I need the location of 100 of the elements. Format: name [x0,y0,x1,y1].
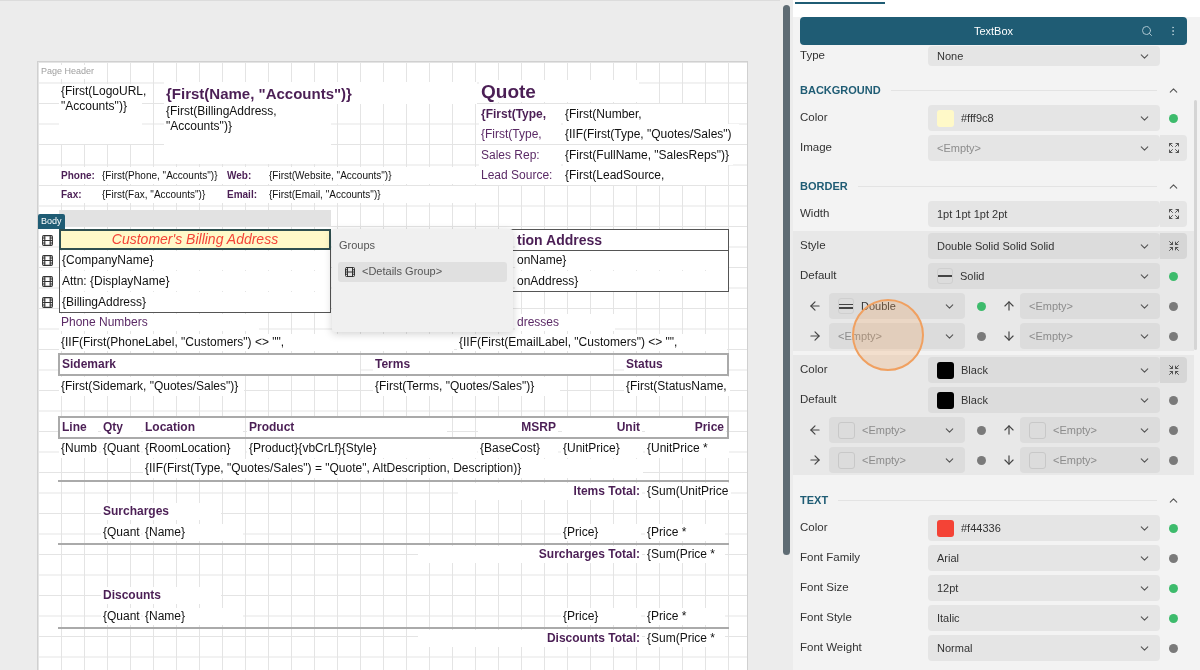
report-textbox[interactable]: Lead Source: [479,165,561,185]
report-textbox[interactable]: {UnitPrice} [561,439,643,458]
report-textbox[interactable]: Sidemark [60,355,360,374]
dropdown-field[interactable]: Arial [928,545,1160,571]
property-label: Color [800,362,829,378]
report-textbox[interactable]: Customer's Billing Address [59,229,331,250]
report-textbox[interactable]: Attn: {DisplayName} [60,271,330,291]
report-textbox[interactable]: {First(Type, [479,104,561,124]
dropdown-field[interactable]: Solid [928,263,1160,289]
report-textbox[interactable]: Surcharges Total: [418,546,642,563]
report-textbox[interactable]: {BillingAddress} [60,292,330,312]
report-textbox[interactable]: Items Total: [458,483,642,500]
report-textbox[interactable]: {IIF(First(Type, "Quotes/Sales") [563,124,739,144]
report-textbox[interactable]: {First(Phone, "Accounts")} [100,167,223,184]
report-textbox[interactable]: {Sum(Price * [645,546,725,563]
report-textbox[interactable]: tion Address [515,230,728,250]
row-handle-icon[interactable] [41,275,54,288]
report-textbox[interactable]: {First(Sidemark, "Quotes/Sales")} [59,377,244,396]
arrow-right-icon [807,329,822,343]
report-textbox[interactable]: onName} [515,251,728,270]
report-textbox[interactable]: {First(Website, "Accounts")} [267,167,477,184]
report-textbox[interactable]: {Name} [143,524,243,541]
report-textbox[interactable]: {Price * [645,608,725,625]
report-textbox[interactable]: dresses [515,314,615,331]
row-handle-icon[interactable] [41,296,54,309]
property-label: Image [800,140,833,156]
dropdown-field[interactable]: Italic [928,605,1160,631]
band-label: Page Header [41,65,95,79]
report-textbox[interactable]: {First(StatusName, [624,377,730,396]
report-textbox[interactable]: {Numb [59,439,99,458]
expand-button[interactable] [1160,201,1187,227]
report-textbox[interactable]: {First(LeadSource, [563,165,728,185]
row-handle-icon[interactable] [41,234,54,247]
band-tab[interactable]: Body [38,214,65,229]
report-textbox[interactable]: Phone Numbers [59,314,259,331]
report-textbox[interactable]: {First(Name, "Accounts")} [164,82,477,104]
report-textbox[interactable]: {IIF(First(EmailLabel, "Customers") <> "", [457,334,727,351]
report-textbox[interactable]: {Sum(Price * [645,630,725,647]
report-textbox[interactable]: {UnitPrice * [645,439,729,458]
dropdown-field[interactable]: Black [928,357,1160,383]
report-textbox[interactable]: Location [143,418,243,437]
dropdown-field[interactable]: Black [928,387,1160,413]
collapse-button[interactable] [1160,233,1187,259]
report-textbox[interactable]: onAddress} [515,271,728,291]
report-textbox[interactable]: {Price * [645,524,725,541]
dropdown-field[interactable]: #fff9c8 [928,105,1160,131]
report-textbox[interactable]: {Price} [561,608,641,625]
report-textbox[interactable]: {First(Number, [563,104,728,124]
report-textbox[interactable]: Quote [479,80,639,102]
report-textbox[interactable]: {Name} [143,608,243,625]
group-item[interactable]: <Details Group> [338,261,507,282]
property-label: Color [800,110,829,126]
report-textbox[interactable]: {First(BillingAddress, "Accounts")} [164,104,331,164]
dropdown-field[interactable]: 1pt 1pt 1pt 2pt [928,201,1160,227]
report-textbox[interactable]: {Quant [101,608,141,625]
report-textbox[interactable]: Terms [373,355,613,374]
report-textbox[interactable]: Discounts [101,587,221,604]
report-textbox[interactable]: {IIF(First(Type, "Quotes/Sales") = "Quote", AltDescription, Description)} [143,459,643,478]
section-title: TEXT [800,492,829,508]
dropdown-field[interactable]: #f44336 [928,515,1160,541]
collapse-button[interactable] [1160,357,1187,383]
search-icon[interactable] [1141,25,1153,37]
report-textbox[interactable]: Price [645,418,726,437]
report-textbox[interactable]: Surcharges [101,503,221,520]
property-label: Type [800,48,826,64]
row-handle-icon[interactable] [41,254,54,267]
expand-icon [1167,142,1180,154]
report-textbox[interactable]: {First(FullName, "SalesReps")} [563,145,733,165]
report-textbox[interactable]: {First(Fax, "Accounts")} [100,186,223,203]
dropdown-field[interactable]: None [928,46,1160,66]
report-textbox[interactable]: Discounts Total: [418,630,642,647]
report-textbox[interactable]: {Price} [561,524,641,541]
report-textbox[interactable]: Status [624,355,727,374]
section-title: BACKGROUND [800,82,881,98]
report-textbox[interactable]: Unit [562,418,642,437]
report-textbox[interactable]: {CompanyName} [60,251,330,270]
report-textbox[interactable]: {First(Type, [479,124,561,144]
report-textbox[interactable]: Line [60,418,98,437]
report-textbox[interactable]: MSRP [478,418,558,437]
report-textbox[interactable]: {BaseCost} [478,439,558,458]
collapse-icon [1167,240,1180,252]
report-textbox[interactable]: {Sum(UnitPrice [645,483,731,500]
report-textbox[interactable]: {Quant [101,524,141,541]
arrow-left-icon [807,423,822,437]
report-textbox[interactable]: {Product}{vbCrLf}{Style} [247,439,477,458]
report-textbox[interactable]: {First(Terms, "Quotes/Sales")} [373,377,560,396]
report-textbox[interactable]: {Quant [101,439,141,458]
property-label: Font Weight [800,640,863,656]
scrollbar-thumb[interactable] [783,5,790,555]
property-label: Font Size [800,580,850,596]
report-textbox[interactable]: Sales Rep: [479,145,561,165]
dropdown-field[interactable]: 12pt [928,575,1160,601]
dropdown-field[interactable]: Normal [928,635,1160,661]
report-textbox[interactable]: {RoomLocation} [143,439,245,458]
report-textbox[interactable]: Product [247,418,447,437]
report-textbox[interactable]: Qty [101,418,141,437]
report-textbox[interactable]: {First(Email, "Accounts")} [267,186,477,203]
report-textbox[interactable]: {IIF(First(PhoneLabel, "Customers") <> "", [59,334,454,351]
expand-button[interactable] [1160,135,1187,161]
dropdown-field[interactable]: Double Solid Solid Solid [928,233,1160,259]
